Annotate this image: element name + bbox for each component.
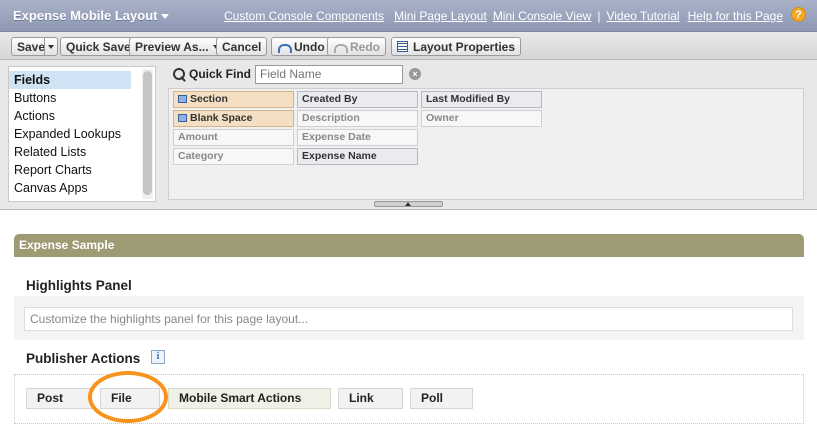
layout-properties-button[interactable]: Layout Properties <box>391 37 522 56</box>
header-links: Custom Console Components Mini Page Layo… <box>224 9 783 23</box>
chevron-down-icon <box>161 14 170 19</box>
preview-as-button[interactable]: Preview As... <box>129 37 225 56</box>
layout-properties-label: Layout Properties <box>413 39 516 54</box>
category-report-charts[interactable]: Report Charts <box>9 161 131 179</box>
save-dropdown-icon[interactable] <box>44 38 57 55</box>
highlights-panel: Customize the highlights panel for this … <box>14 296 804 340</box>
quick-find-input[interactable] <box>255 64 404 84</box>
publisher-actions-area: Post File Mobile Smart Actions Link Poll <box>14 374 804 424</box>
undo-label: Undo <box>294 39 325 54</box>
category-actions[interactable]: Actions <box>9 107 131 125</box>
palette: Fields Buttons Actions Expanded Lookups … <box>0 60 817 210</box>
action-mobile-smart-actions[interactable]: Mobile Smart Actions <box>168 388 331 409</box>
help-link[interactable]: Help for this Page <box>688 9 783 23</box>
palette-item-expense-name[interactable]: Expense Name <box>297 148 418 165</box>
help-icon[interactable]: ? <box>791 7 806 22</box>
undo-icon <box>277 42 292 53</box>
palette-item-category[interactable]: Category <box>173 148 294 165</box>
page-header: Expense Mobile Layout Custom Console Com… <box>0 0 817 32</box>
palette-item-amount[interactable]: Amount <box>173 129 294 146</box>
quick-save-button[interactable]: Quick Save <box>60 37 137 56</box>
palette-item-owner[interactable]: Owner <box>421 110 542 127</box>
highlights-panel-placeholder[interactable]: Customize the highlights panel for this … <box>24 307 793 331</box>
preview-as-label: Preview As... <box>135 39 209 54</box>
info-icon[interactable]: i <box>151 350 165 364</box>
layout-properties-icon <box>397 41 408 52</box>
redo-icon <box>333 42 348 53</box>
highlights-panel-title: Highlights Panel <box>26 278 132 293</box>
palette-category-list: Fields Buttons Actions Expanded Lookups … <box>8 66 156 202</box>
mini-page-layout-link[interactable]: Mini Page Layout <box>394 9 487 23</box>
category-canvas-apps[interactable]: Canvas Apps <box>9 179 131 197</box>
cancel-label: Cancel <box>222 39 262 54</box>
field-palette-grid: Section Blank Space Amount Category Crea… <box>168 88 804 200</box>
palette-item-label: Blank Space <box>190 112 253 124</box>
palette-item-label: Section <box>190 93 228 105</box>
save-label: Save <box>17 39 46 54</box>
cancel-button[interactable]: Cancel <box>216 37 268 56</box>
palette-item-blank-space[interactable]: Blank Space <box>173 110 294 127</box>
section-icon <box>178 95 187 103</box>
undo-button[interactable]: Undo <box>271 37 331 56</box>
palette-item-description[interactable]: Description <box>297 110 418 127</box>
scrollbar-thumb[interactable] <box>143 71 152 195</box>
layout-title-dropdown[interactable]: Expense Mobile Layout <box>13 8 170 23</box>
publisher-actions-title: Publisher Actions <box>26 351 141 366</box>
action-poll[interactable]: Poll <box>410 388 473 409</box>
category-scrollbar[interactable] <box>142 69 153 199</box>
clear-icon[interactable]: × <box>409 68 422 80</box>
palette-item-created-by[interactable]: Created By <box>297 91 418 108</box>
video-tutorial-link[interactable]: Video Tutorial <box>606 9 679 23</box>
category-expanded-lookups[interactable]: Expanded Lookups <box>9 125 131 143</box>
blank-space-icon <box>178 114 187 122</box>
quick-save-label: Quick Save <box>66 39 131 54</box>
toolbar: Save Quick Save Preview As... Cancel Und… <box>0 32 817 60</box>
redo-label: Redo <box>350 39 380 54</box>
category-fields[interactable]: Fields <box>9 71 131 89</box>
action-file[interactable]: File <box>100 388 160 409</box>
category-related-lists[interactable]: Related Lists <box>9 143 131 161</box>
action-post[interactable]: Post <box>26 388 92 409</box>
palette-item-last-modified-by[interactable]: Last Modified By <box>421 91 542 108</box>
custom-console-components-link[interactable]: Custom Console Components <box>224 9 384 23</box>
layout-title: Expense Mobile Layout <box>13 8 158 23</box>
redo-button[interactable]: Redo <box>327 37 386 56</box>
category-buttons[interactable]: Buttons <box>9 89 131 107</box>
section-header[interactable]: Expense Sample <box>14 234 804 257</box>
quick-find: Quick Find × <box>172 64 422 84</box>
save-button[interactable]: Save <box>11 37 58 56</box>
palette-item-section[interactable]: Section <box>173 91 294 108</box>
search-icon <box>172 67 186 81</box>
action-link[interactable]: Link <box>338 388 403 409</box>
mini-console-view-link[interactable]: Mini Console View <box>493 9 592 23</box>
collapse-palette-handle[interactable] <box>374 201 443 207</box>
link-separator: | <box>597 9 601 23</box>
quick-find-label: Quick Find <box>189 67 252 81</box>
palette-item-expense-date[interactable]: Expense Date <box>297 129 418 146</box>
